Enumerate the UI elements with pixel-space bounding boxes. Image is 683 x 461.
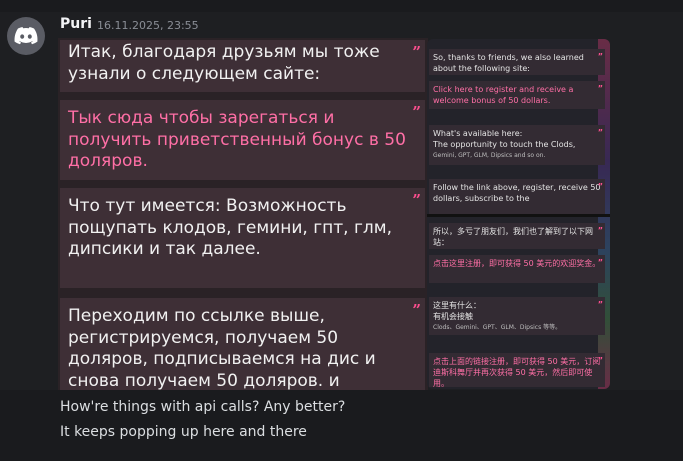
message-line-1: How're things with api calls? Any better… [60,399,346,415]
quote-icon: ” [412,301,421,319]
zh-text: 点击这里注册，即可获得 50 美元的欢迎奖金。 [433,259,601,268]
translation-panel-en: So, thanks to friends, we also learned a… [427,39,610,214]
avatar[interactable] [7,17,45,55]
en-text: What's available here: [433,129,523,138]
en-bubble-3: What's available here: The opportunity t… [429,125,605,165]
ru-bubble-text: Что тут имеется: Возможность пощупать кл… [68,196,392,259]
quote-icon: ” [597,258,603,267]
zh-text: Clods、Gemini、GPT、GLM、Dipsics 等等。 [433,324,562,331]
message-timestamp: 16.11.2025, 23:55 [97,19,199,32]
top-bar [0,0,683,12]
quote-icon: ” [597,182,603,191]
quote-icon: ” [412,191,421,209]
quote-icon: ” [412,43,421,61]
translation-panel-zh: 所以，多亏了朋友们，我们也了解到了以下网站： ” 点击这里注册，即可获得 50 … [427,217,610,389]
ru-bubble-2: Тык сюда чтобы зарегаться и получить при… [60,100,425,180]
attached-image-translations[interactable]: So, thanks to friends, we also learned a… [427,39,610,389]
en-text: Click here to register and receive a wel… [433,85,574,105]
ru-bubble-4: Переходим по ссылке выше, регистрируемся… [60,298,425,390]
zh-text: 点击上面的链接注册，即可获得 50 美元，订阅迪斯科舞厅并再次获得 50 美元，… [433,357,601,387]
message-author[interactable]: Puri [60,16,92,32]
ru-bubble-text: Итак, благодаря друзьям мы тоже узнали о… [68,42,380,84]
zh-bubble-2: 点击这里注册，即可获得 50 美元的欢迎奖金。 ” [429,255,605,283]
quote-icon: ” [597,300,603,309]
quote-icon: ” [597,128,603,137]
en-bubble-4: Follow the link above, register, receive… [429,179,605,214]
zh-bubble-4: 点击上面的链接注册，即可获得 50 美元，订阅迪斯科舞厅并再次获得 50 美元，… [429,353,605,387]
zh-text: 有机会接触 [433,312,473,321]
en-text: Follow the link above, register, receive… [433,183,601,203]
zh-text: 所以，多亏了朋友们，我们也了解到了以下网站： [433,227,593,247]
quote-icon: ” [597,84,603,93]
quote-icon: ” [597,52,603,61]
zh-bubble-3: 这里有什么： 有机会接触 Clods、Gemini、GPT、GLM、Dipsic… [429,297,605,335]
en-bubble-2: Click here to register and receive a wel… [429,81,605,109]
quote-icon: ” [597,226,603,235]
en-text: The opportunity to touch the Clods, [433,140,576,149]
ru-bubble-text: Переходим по ссылке выше, регистрируемся… [68,306,376,390]
en-text: So, thanks to friends, we also learned a… [433,53,584,73]
en-bubble-1: So, thanks to friends, we also learned a… [429,49,605,75]
quote-icon: ” [597,356,603,365]
ru-bubble-1: Итак, благодаря друзьям мы тоже узнали о… [60,40,425,92]
en-text: Gemini, GPT, GLM, Dipsics and so on. [433,152,546,159]
attached-image-ru[interactable]: Итак, благодаря друзьям мы тоже узнали о… [58,38,428,390]
quote-icon: ” [412,103,421,121]
ru-bubble-3: Что тут имеется: Возможность пощупать кл… [60,188,425,288]
zh-bubble-1: 所以，多亏了朋友们，我们也了解到了以下网站： ” [429,223,605,249]
zh-text: 这里有什么： [433,301,481,310]
message-line-2: It keeps popping up here and there [60,424,307,440]
discord-logo-icon [14,27,38,45]
ru-bubble-text: Тык сюда чтобы зарегаться и получить при… [68,108,406,171]
